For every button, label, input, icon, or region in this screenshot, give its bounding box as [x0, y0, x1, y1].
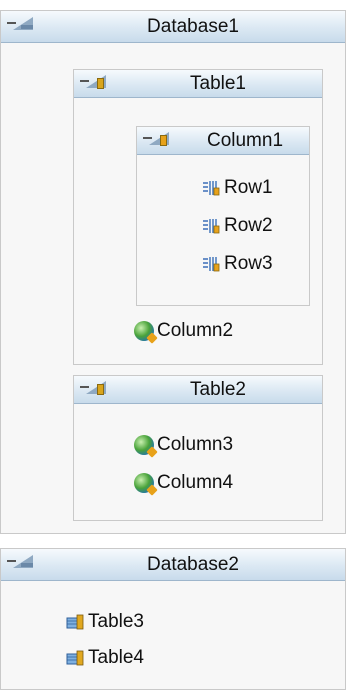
collapse-toggle-icon[interactable] — [5, 555, 35, 569]
table-panel-table1: Table1 Column1 Row1 Row2 Row3 Column2 — [73, 69, 323, 365]
column-item[interactable]: Column2 — [134, 320, 233, 342]
collapse-toggle-icon[interactable] — [78, 75, 108, 89]
column-globe-icon — [134, 435, 154, 455]
column-title: Column1 — [206, 129, 284, 151]
row-icon — [203, 219, 220, 234]
column-label: Column4 — [157, 472, 234, 493]
table-title: Table1 — [190, 72, 246, 94]
column-globe-icon — [134, 321, 154, 341]
column-item[interactable]: Column4 — [134, 472, 233, 494]
table-label: Table3 — [88, 611, 144, 632]
database-title: Database1 — [147, 15, 239, 37]
row-label: Row1 — [224, 177, 273, 198]
column-globe-icon — [134, 473, 154, 493]
row-item[interactable]: Row1 — [201, 177, 273, 199]
database-header[interactable]: Database2 — [1, 549, 345, 581]
table-panel-table2: Table2 Column3 Column4 — [73, 375, 323, 521]
row-item[interactable]: Row2 — [201, 215, 273, 237]
database-title: Database2 — [147, 553, 239, 575]
column-label: Column2 — [157, 320, 234, 341]
row-label: Row3 — [224, 253, 273, 274]
column-label: Column3 — [157, 434, 234, 455]
row-label: Row2 — [224, 215, 273, 236]
collapse-toggle-icon[interactable] — [78, 381, 108, 395]
database-panel-database2: Database2 Table3 Table4 — [0, 548, 346, 690]
table-label: Table4 — [88, 647, 144, 668]
row-item[interactable]: Row3 — [201, 253, 273, 275]
row-icon — [203, 257, 220, 272]
table-item[interactable]: Table4 — [65, 647, 144, 669]
table-icon — [66, 614, 84, 630]
column-item[interactable]: Column3 — [134, 434, 233, 456]
database-header[interactable]: Database1 — [1, 11, 345, 43]
table-header[interactable]: Table2 — [74, 376, 322, 404]
database-panel-database1: Database1 Table1 Column1 Row1 Row2 Row3 … — [0, 10, 346, 534]
table-icon — [66, 650, 84, 666]
table-title: Table2 — [190, 378, 246, 400]
row-icon — [203, 181, 220, 196]
column-panel-column1: Column1 Row1 Row2 Row3 — [136, 126, 310, 306]
column-header[interactable]: Column1 — [137, 127, 309, 155]
collapse-toggle-icon[interactable] — [141, 132, 171, 146]
table-item[interactable]: Table3 — [65, 611, 144, 633]
table-header[interactable]: Table1 — [74, 70, 322, 98]
collapse-toggle-icon[interactable] — [5, 17, 35, 31]
